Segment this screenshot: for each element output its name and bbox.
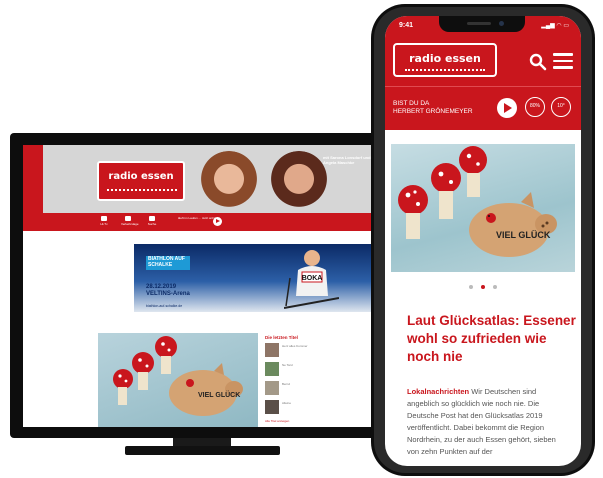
nav-item-hitv[interactable]: Hi-Tv [97,216,111,226]
track-text: Herz alles Kummer [282,344,308,348]
car-icon [125,216,131,221]
host-photo-2 [268,151,330,213]
hamburger-menu-icon[interactable] [553,53,573,71]
desktop-monitor: radio essen mit Sarona Lonsdorf und Ange… [10,133,394,455]
article-body: Wir Deutschen sind angeblich so glücklic… [407,387,556,456]
status-time: 9:41 [399,22,414,29]
headphones-icon [101,216,107,221]
track-thumbnail [265,362,279,376]
article-category[interactable]: Lokalnachrichten [407,387,469,396]
article-teaser: Lokalnachrichten Wir Deutschen sind ange… [407,386,569,458]
mobile-logo-text: radio essen [409,52,481,65]
mobile-carousel-dots [385,276,581,294]
banner-date: 28.12.2019 VELTINS-Arena [146,284,190,297]
desktop-play-button[interactable] [213,217,222,226]
desktop-logo[interactable]: radio essen [97,161,185,201]
nav-label: Suche [147,222,157,226]
now-playing-line1: BIST DU DA [393,100,430,107]
mobile-website: 9:41 ▂▄▆ ◠ ▭ radio essen BIST DU DA HERB… [385,16,581,466]
play-button[interactable] [497,98,517,118]
track-text: Bernd [282,382,291,386]
desktop-header: radio essen mit Sarona Lonsdorf und Ange… [23,145,381,213]
mobile-logo[interactable]: radio essen [393,43,497,77]
logo-dots [107,189,177,193]
carousel-dot[interactable] [493,285,498,289]
mobile-header: radio essen [385,38,581,86]
now-playing-title: BIST DU DA HERBERT GRÖNEMEYER [393,100,473,116]
track-text: Alleine [282,401,292,405]
track-thumbnail [265,343,279,357]
radio-player-bar: BIST DU DA HERBERT GRÖNEMEYER 80% 10° [385,86,581,130]
banner-venue: VELTINS-Arena [146,290,190,297]
feature-caption: VIEL GLÜCK [198,390,240,399]
lucky-pig-image: VIEL GLÜCK [398,146,557,257]
track-thumbnail [265,400,279,414]
track-row[interactable]: Alleine [265,400,375,417]
nav-label: Hi-Tv [100,222,108,226]
nav-label: Verkehrslage [121,222,139,226]
recent-tracks-title: Die letzten Titel [265,335,298,340]
traffic-icon[interactable]: 10° [551,97,571,117]
article-headline[interactable]: Laut Glücksatlas: Essener wohl so zufrie… [407,312,577,366]
front-camera-icon [499,21,504,26]
track-row[interactable]: Ne Tanz [265,362,375,379]
weather-icon[interactable]: 80% [525,97,545,117]
all-tracks-link[interactable]: Alle Titel anzeigen [265,419,375,423]
track-text: Ne Tanz [282,363,293,367]
host-photo-1 [198,151,260,213]
biathlon-ad-banner[interactable]: BIATHLON AUF SCHALKE 28.12.2019 VELTINS-… [134,244,381,312]
track-row[interactable]: Bernd [265,381,375,398]
desktop-nav-bar: Hi-Tv Verkehrslage Suche läuft im Laufen… [23,213,381,231]
phone-notch [439,16,525,32]
nav-item-traffic[interactable]: Verkehrslage [121,216,139,226]
mobile-hero-image[interactable]: VIEL GLÜCK [391,144,575,272]
athlete-image: BOKA [284,250,339,309]
banner-badge: BIATHLON AUF SCHALKE [146,256,190,270]
search-icon [149,216,155,221]
logo-dots [405,69,485,72]
signal-battery-icons: ▂▄▆ ◠ ▭ [541,23,569,29]
monitor-stand-base [125,446,280,455]
carousel-dot[interactable] [481,285,485,289]
smartphone: 9:41 ▂▄▆ ◠ ▭ radio essen BIST DU DA HERB… [371,4,595,476]
search-icon[interactable] [529,53,547,71]
now-playing-line2: HERBERT GRÖNEMEYER [393,108,473,115]
desktop-feature-image[interactable]: VIEL GLÜCK [98,333,258,427]
banner-url: biathlon-auf-schalke.de [146,304,183,308]
athlete-bib: BOKA [302,275,323,282]
track-row[interactable]: Herz alles Kummer [265,343,375,360]
header-accent [23,145,43,213]
track-thumbnail [265,381,279,395]
banner-date-text: 28.12.2019 [146,284,177,290]
nav-item-search[interactable]: Suche [145,216,159,226]
speaker-grille [467,22,491,25]
hero-caption: VIEL GLÜCK [496,230,551,240]
carousel-dot[interactable] [468,285,473,289]
desktop-logo-text: radio essen [108,171,174,182]
monitor-frame: radio essen mit Sarona Lonsdorf und Ange… [10,133,394,438]
desktop-website: radio essen mit Sarona Lonsdorf und Ange… [23,145,381,427]
recent-tracks-panel: Die letzten Titel Herz alles Kummer Ne T… [265,335,375,423]
lucky-pig-image: VIEL GLÜCK [113,336,243,416]
